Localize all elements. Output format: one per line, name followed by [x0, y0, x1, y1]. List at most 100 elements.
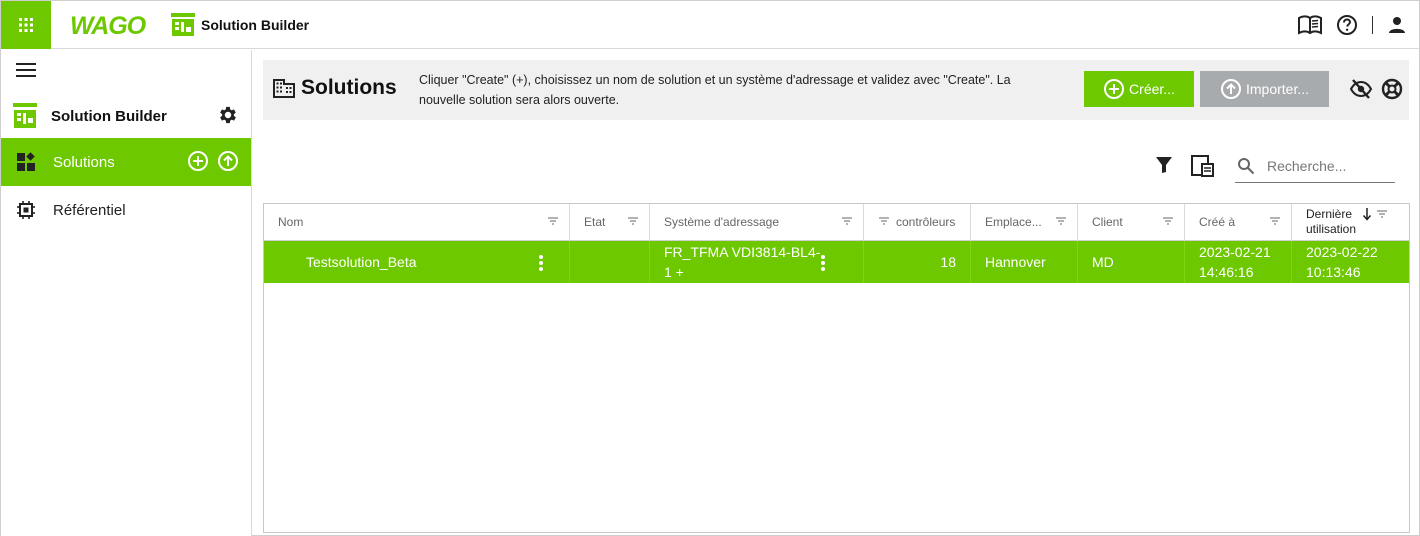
table-layout-icon: [1191, 155, 1214, 177]
column-header-nom[interactable]: Nom: [264, 204, 570, 240]
controllers-count: 18: [940, 254, 956, 270]
column-label: Système d'adressage: [664, 215, 780, 229]
help-button[interactable]: [1336, 14, 1358, 36]
location-value: Hannover: [985, 254, 1046, 270]
building-icon: [273, 79, 295, 98]
search-input[interactable]: [1267, 158, 1387, 174]
cell-name: Testsolution_Beta: [264, 241, 570, 283]
sidebar-item-referentiel[interactable]: Référentiel: [1, 186, 251, 234]
column-label: Etat: [584, 215, 606, 229]
add-solution-icon[interactable]: [187, 150, 209, 172]
column-layout-button[interactable]: [1191, 155, 1215, 182]
column-header-controleurs[interactable]: contrôleurs: [864, 204, 971, 240]
addressing-value: FR_TFMA VDI3814-BL4- 1 +: [664, 242, 820, 282]
upload-circle-icon: [1220, 79, 1241, 99]
top-separator: [1372, 16, 1373, 34]
sidebar-header: Solution Builder: [1, 96, 251, 136]
add-circle-icon: [1104, 79, 1125, 99]
banner-description: Cliquer "Create" (+), choisissez un nom …: [419, 73, 1011, 107]
column-filter-icon[interactable]: [1376, 208, 1388, 220]
create-solution-button[interactable]: Créer...: [1084, 71, 1194, 107]
support-icon[interactable]: [1381, 78, 1403, 100]
sidebar-solutions-actions: [187, 150, 239, 172]
filter-button[interactable]: [1155, 156, 1173, 179]
column-filter-icon[interactable]: [878, 215, 890, 227]
dashboard-icon: [15, 152, 37, 172]
sort-descending-icon[interactable]: [1362, 207, 1372, 221]
app-title-group: Solution Builder: [171, 12, 310, 37]
table-row[interactable]: Testsolution_Beta FR_TFMA VDI3814-BL4- 1…: [264, 241, 1409, 283]
column-label: Nom: [278, 215, 304, 229]
solution-builder-icon: [13, 103, 37, 128]
apps-grid-icon: [19, 17, 33, 32]
column-header-cree-a[interactable]: Créé à: [1185, 204, 1292, 240]
app-title: Solution Builder: [201, 16, 310, 33]
addressing-menu-icon[interactable]: [820, 254, 826, 272]
search-box: [1235, 150, 1395, 183]
top-bar: WAGO Solution Builder: [1, 0, 1419, 49]
column-label-line2: utilisation: [1306, 222, 1357, 236]
wago-logo-text: WAGO: [70, 13, 147, 37]
column-filter-icon[interactable]: [1162, 215, 1174, 227]
app-window: WAGO Solution Builder Solution Builder S…: [0, 0, 1420, 536]
wago-logo: WAGO: [69, 1, 155, 49]
solutions-table: Nom Etat Système d'adressage contrôleurs…: [263, 203, 1410, 533]
cell-controllers: 18: [864, 241, 971, 283]
table-header: Nom Etat Système d'adressage contrôleurs…: [264, 204, 1409, 241]
column-filter-icon[interactable]: [1055, 215, 1067, 227]
created-date: 2023-02-21: [1199, 244, 1271, 260]
table-toolbar: [253, 150, 1419, 184]
hamburger-icon: [16, 63, 36, 77]
user-icon: [1389, 17, 1405, 33]
page-title-group: Solutions: [273, 76, 397, 100]
cell-state: [570, 241, 650, 283]
settings-button[interactable]: [217, 104, 239, 131]
import-solution-button[interactable]: Importer...: [1200, 71, 1329, 107]
menu-toggle-button[interactable]: [15, 62, 37, 83]
cell-client: MD: [1078, 241, 1185, 283]
cell-addressing: FR_TFMA VDI3814-BL4- 1 +: [650, 241, 864, 283]
import-solution-icon[interactable]: [217, 150, 239, 172]
filter-icon: [1156, 157, 1172, 173]
created-value: 2023-02-21 14:46:16: [1199, 242, 1271, 282]
column-label: Emplace...: [985, 215, 1042, 229]
row-menu-icon[interactable]: [538, 254, 544, 272]
solutions-banner: Solutions Cliquer "Create" (+), choisiss…: [263, 60, 1409, 120]
column-label: Créé à: [1199, 215, 1236, 229]
main-content: Solutions Cliquer "Create" (+), choisiss…: [253, 50, 1419, 536]
sidebar-item-label: Solutions: [53, 153, 115, 171]
last-used-date: 2023-02-22: [1306, 244, 1378, 260]
user-account-button[interactable]: [1387, 15, 1407, 35]
visibility-off-icon[interactable]: [1349, 78, 1373, 100]
created-time: 14:46:16: [1199, 264, 1254, 280]
help-icon: [1337, 15, 1357, 35]
page-title: Solutions: [301, 76, 397, 99]
search-icon: [1238, 158, 1255, 175]
cell-location: Hannover: [971, 241, 1078, 283]
column-header-etat[interactable]: Etat: [570, 204, 650, 240]
addressing-line2: 1 +: [664, 264, 684, 280]
import-button-label: Importer...: [1245, 81, 1310, 97]
column-header-emplacement[interactable]: Emplace...: [971, 204, 1078, 240]
apps-grid-button[interactable]: [1, 0, 51, 49]
top-right-actions: [1298, 1, 1407, 49]
column-header-derniere-utilisation[interactable]: Dernière utilisation: [1292, 204, 1409, 240]
banner-icon-actions: [1349, 78, 1403, 100]
column-header-client[interactable]: Client: [1078, 204, 1185, 240]
sidebar-item-solutions[interactable]: Solutions: [1, 138, 251, 186]
column-filter-icon[interactable]: [841, 215, 853, 227]
column-label: Client: [1092, 215, 1123, 229]
sidebar-title: Solution Builder: [51, 107, 167, 125]
column-header-systeme-adressage[interactable]: Système d'adressage: [650, 204, 864, 240]
last-used-time: 10:13:46: [1306, 264, 1361, 280]
cell-created: 2023-02-21 14:46:16: [1185, 241, 1292, 283]
column-filter-icon[interactable]: [547, 215, 559, 227]
chip-icon: [15, 200, 37, 220]
documentation-button[interactable]: [1298, 15, 1322, 35]
create-button-label: Créer...: [1129, 81, 1175, 97]
sidebar: Solution Builder Solutions Référentiel: [1, 50, 252, 536]
gear-icon: [220, 106, 236, 124]
solution-name: Testsolution_Beta: [306, 254, 417, 270]
column-filter-icon[interactable]: [1269, 215, 1281, 227]
column-filter-icon[interactable]: [627, 215, 639, 227]
